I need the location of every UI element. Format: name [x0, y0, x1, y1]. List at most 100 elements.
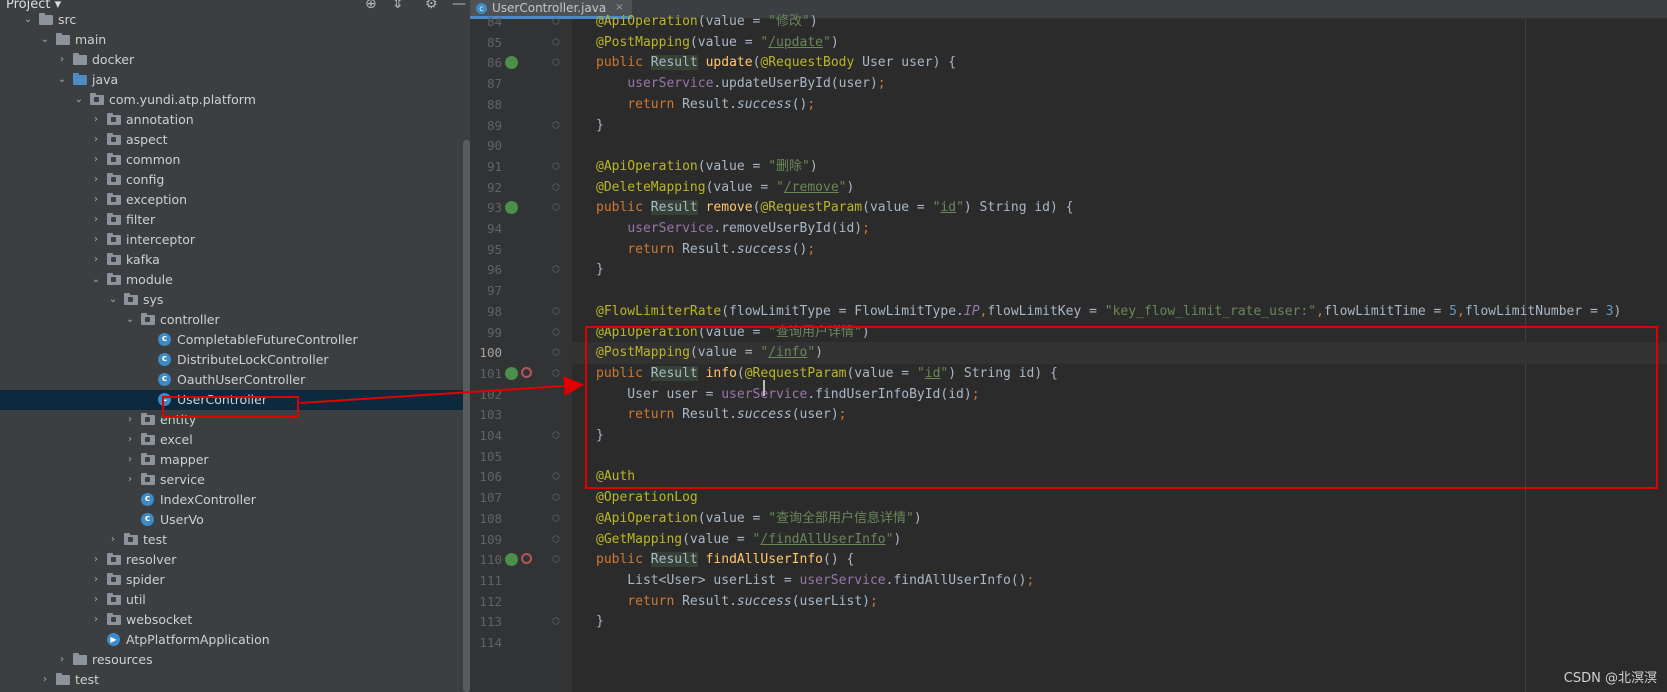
chevron-right-icon[interactable]: ›: [108, 530, 118, 550]
chevron-right-icon[interactable]: ›: [125, 450, 135, 470]
code-line[interactable]: @FlowLimiterRate(flowLimitType = FlowLim…: [572, 301, 1667, 323]
code-line[interactable]: }: [572, 115, 1667, 137]
chevron-right-icon[interactable]: ›: [91, 230, 101, 250]
code-line[interactable]: public Result update(@RequestBody User u…: [572, 52, 1667, 74]
fold-marker-icon[interactable]: ⬡: [551, 529, 561, 551]
fold-marker-icon[interactable]: ⬡: [551, 11, 561, 33]
code-line[interactable]: }: [572, 259, 1667, 281]
tree-item[interactable]: › aspect: [0, 130, 470, 150]
tree-item[interactable]: › service: [0, 470, 470, 490]
fold-marker-icon[interactable]: ⬡: [551, 156, 561, 178]
tree-item[interactable]: ⌄ java: [0, 70, 470, 90]
fold-marker-icon[interactable]: ⬡: [551, 177, 561, 199]
code-line[interactable]: return Result.success(userList);: [572, 591, 1667, 613]
tree-item[interactable]: › filter: [0, 210, 470, 230]
code-line[interactable]: @ApiOperation(value = "修改"): [572, 11, 1667, 33]
chevron-right-icon[interactable]: ›: [125, 430, 135, 450]
endpoint-icon[interactable]: [505, 366, 518, 380]
code-line[interactable]: @OperationLog: [572, 487, 1667, 509]
code-line[interactable]: [572, 280, 1667, 302]
fold-marker-icon[interactable]: ⬡: [551, 32, 561, 54]
tree-item[interactable]: › common: [0, 150, 470, 170]
fold-marker-icon[interactable]: ⬡: [551, 52, 561, 74]
code-line[interactable]: return Result.success();: [572, 94, 1667, 116]
chevron-right-icon[interactable]: ›: [91, 590, 101, 610]
sidebar-scrollbar[interactable]: [463, 140, 470, 692]
tree-item[interactable]: c CompletableFutureController: [0, 330, 470, 350]
chevron-down-icon[interactable]: ⌄: [74, 90, 84, 110]
code-line[interactable]: userService.removeUserById(id);: [572, 218, 1667, 240]
chevron-right-icon[interactable]: ›: [57, 50, 67, 70]
code-line[interactable]: userService.updateUserById(user);: [572, 73, 1667, 95]
tree-item[interactable]: › excel: [0, 430, 470, 450]
chevron-right-icon[interactable]: ›: [125, 410, 135, 430]
code-line[interactable]: return Result.success();: [572, 239, 1667, 261]
chevron-down-icon[interactable]: ⌄: [23, 10, 33, 30]
chevron-right-icon[interactable]: ›: [91, 110, 101, 130]
fold-marker-icon[interactable]: ⬡: [551, 322, 561, 344]
code-line[interactable]: public Result remove(@RequestParam(value…: [572, 197, 1667, 219]
tree-item[interactable]: › util: [0, 590, 470, 610]
code-line[interactable]: }: [572, 611, 1667, 633]
tree-item[interactable]: › exception: [0, 190, 470, 210]
fold-marker-icon[interactable]: ⬡: [551, 508, 561, 530]
code-line[interactable]: public Result findAllUserInfo() {: [572, 549, 1667, 571]
fold-marker-icon[interactable]: ⬡: [551, 425, 561, 447]
tree-item[interactable]: c IndexController: [0, 490, 470, 510]
chevron-down-icon[interactable]: ⌄: [91, 270, 101, 290]
tree-item[interactable]: › websocket: [0, 610, 470, 630]
fold-marker-icon[interactable]: ⬡: [551, 611, 561, 633]
code-line[interactable]: [572, 632, 1667, 654]
tree-item[interactable]: ⌄ sys: [0, 290, 470, 310]
chevron-down-icon[interactable]: ⌄: [125, 310, 135, 330]
tree-item[interactable]: ⌄ src: [0, 10, 470, 30]
fold-marker-icon[interactable]: ⬡: [551, 549, 561, 571]
tree-item[interactable]: ⌄ controller: [0, 310, 470, 330]
fold-marker-icon[interactable]: ⬡: [551, 115, 561, 137]
fold-marker-icon[interactable]: ⬡: [551, 301, 561, 323]
tree-item[interactable]: › docker: [0, 50, 470, 70]
chevron-right-icon[interactable]: ›: [91, 170, 101, 190]
fold-marker-icon[interactable]: ⬡: [551, 259, 561, 281]
fold-marker-icon[interactable]: ⬡: [551, 487, 561, 509]
code-line[interactable]: @GetMapping(value = "/findAllUserInfo"): [572, 529, 1667, 551]
code-line[interactable]: List<User> userList = userService.findAl…: [572, 570, 1667, 592]
tree-item[interactable]: ⌄ main: [0, 30, 470, 50]
tree-item[interactable]: c DistributeLockController: [0, 350, 470, 370]
tree-item[interactable]: › test: [0, 530, 470, 550]
tree-item[interactable]: › interceptor: [0, 230, 470, 250]
tree-item[interactable]: › test: [0, 670, 470, 690]
code-line[interactable]: @DeleteMapping(value = "/remove"): [572, 177, 1667, 199]
tree-item[interactable]: ⌄ com.yundi.atp.platform: [0, 90, 470, 110]
tree-item[interactable]: c UserVo: [0, 510, 470, 530]
fold-marker-icon[interactable]: ⬡: [551, 342, 561, 364]
tree-item[interactable]: › resources: [0, 650, 470, 670]
chevron-right-icon[interactable]: ›: [125, 470, 135, 490]
breakpoint-marker-icon[interactable]: [521, 366, 532, 378]
fold-marker-icon[interactable]: ⬡: [551, 363, 561, 385]
chevron-right-icon[interactable]: ›: [91, 550, 101, 570]
chevron-right-icon[interactable]: ›: [91, 250, 101, 270]
chevron-right-icon[interactable]: ›: [91, 190, 101, 210]
tree-item[interactable]: › kafka: [0, 250, 470, 270]
fold-marker-icon[interactable]: ⬡: [551, 197, 561, 219]
fold-marker-icon[interactable]: ⬡: [551, 466, 561, 488]
tree-item[interactable]: ⌄ module: [0, 270, 470, 290]
chevron-right-icon[interactable]: ›: [91, 150, 101, 170]
tree-item[interactable]: › config: [0, 170, 470, 190]
tree-item[interactable]: › annotation: [0, 110, 470, 130]
chevron-right-icon[interactable]: ›: [91, 130, 101, 150]
tree-item[interactable]: ▶ AtpPlatformApplication: [0, 630, 470, 650]
tree-item[interactable]: › mapper: [0, 450, 470, 470]
chevron-down-icon[interactable]: ⌄: [40, 30, 50, 50]
chevron-right-icon[interactable]: ›: [40, 670, 50, 690]
code-line[interactable]: [572, 135, 1667, 157]
code-line[interactable]: @ApiOperation(value = "查询全部用户信息详情"): [572, 508, 1667, 530]
chevron-right-icon[interactable]: ›: [91, 610, 101, 630]
chevron-right-icon[interactable]: ›: [91, 210, 101, 230]
code-line[interactable]: @ApiOperation(value = "删除"): [572, 156, 1667, 178]
chevron-down-icon[interactable]: ⌄: [57, 70, 67, 90]
tree-item[interactable]: c OauthUserController: [0, 370, 470, 390]
chevron-right-icon[interactable]: ›: [91, 570, 101, 590]
tree-item[interactable]: › spider: [0, 570, 470, 590]
